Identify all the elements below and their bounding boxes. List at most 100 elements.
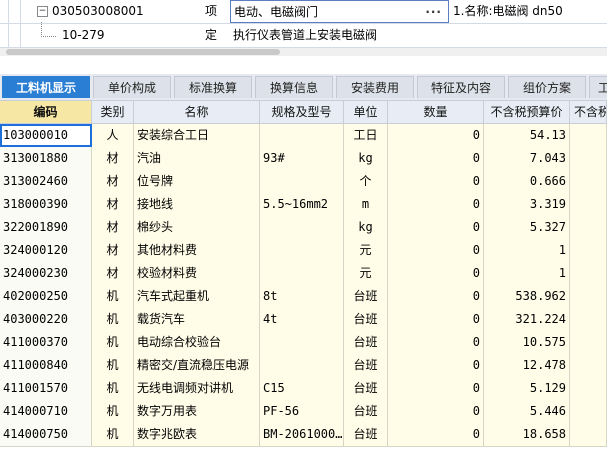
table-row[interactable]: 324000230 材校验材料费 元 0 1: [0, 262, 607, 286]
cell-price[interactable]: 5.446: [484, 400, 570, 423]
table-row[interactable]: 411000370 机电动综合校验台 台班 0 10.575: [0, 331, 607, 355]
cell-price[interactable]: 5.129: [484, 377, 570, 400]
cell-price[interactable]: 0.666: [484, 170, 570, 193]
header-name[interactable]: 名称: [134, 101, 260, 123]
cell-price[interactable]: 538.962: [484, 285, 570, 308]
cell-category[interactable]: 材: [92, 262, 134, 285]
cell-name[interactable]: 其他材料费: [134, 239, 260, 262]
cell-category[interactable]: 材: [92, 170, 134, 193]
cell-price-2[interactable]: [570, 193, 607, 216]
tab-unit-price[interactable]: 单价构成: [93, 76, 171, 98]
table-row[interactable]: 411001570 机无线电调频对讲机 C15 台班 0 5.129: [0, 377, 607, 401]
cell-unit[interactable]: 台班: [344, 285, 388, 308]
cell-name[interactable]: 汽油: [134, 147, 260, 170]
cell-name[interactable]: 校验材料费: [134, 262, 260, 285]
cell-category[interactable]: 材: [92, 193, 134, 216]
table-row[interactable]: 411000840 机精密交/直流稳压电源 台班 0 12.478: [0, 354, 607, 378]
cell-code[interactable]: 403000220: [0, 308, 92, 331]
cell-unit[interactable]: m: [344, 193, 388, 216]
cell-category[interactable]: 材: [92, 239, 134, 262]
item-desc-cell[interactable]: 电动、电磁阀门 ···: [230, 0, 449, 23]
table-row[interactable]: 103000010 人安装综合工日 工日 0 54.13: [0, 124, 607, 148]
cell-unit[interactable]: 台班: [344, 308, 388, 331]
table-row[interactable]: 414000710 机数字万用表 PF-56 台班 0 5.446: [0, 400, 607, 424]
cell-name[interactable]: 载货汽车: [134, 308, 260, 331]
tab-materials[interactable]: 工料机显示: [2, 76, 90, 98]
cell-unit[interactable]: kg: [344, 147, 388, 170]
cell-code[interactable]: 324000230: [0, 262, 92, 285]
horizontal-scrollbar[interactable]: [0, 48, 607, 56]
cell-code[interactable]: 402000250: [0, 285, 92, 308]
cell-category[interactable]: 机: [92, 423, 134, 446]
cell-unit[interactable]: 台班: [344, 377, 388, 400]
cell-unit[interactable]: 个: [344, 170, 388, 193]
cell-name[interactable]: 数字兆欧表: [134, 423, 260, 446]
cell-price[interactable]: 10.575: [484, 331, 570, 354]
cell-spec[interactable]: 5.5~16mm2: [260, 193, 344, 216]
table-row[interactable]: 324000120 材其他材料费 元 0 1: [0, 239, 607, 263]
cell-quantity[interactable]: 0: [388, 170, 484, 193]
cell-quantity[interactable]: 0: [388, 423, 484, 446]
cell-price-2[interactable]: [570, 285, 607, 308]
cell-price-2[interactable]: [570, 331, 607, 354]
cell-unit[interactable]: 台班: [344, 423, 388, 446]
cell-spec[interactable]: [260, 239, 344, 262]
cell-code[interactable]: 411001570: [0, 377, 92, 400]
cell-quantity[interactable]: 0: [388, 354, 484, 377]
cell-price[interactable]: 5.327: [484, 216, 570, 239]
cell-quantity[interactable]: 0: [388, 193, 484, 216]
table-row[interactable]: 403000220 机载货汽车 4t 台班 0 321.224: [0, 308, 607, 332]
cell-category[interactable]: 人: [92, 124, 134, 147]
cell-name[interactable]: 安装综合工日: [134, 124, 260, 147]
cell-unit[interactable]: kg: [344, 216, 388, 239]
cell-category[interactable]: 机: [92, 308, 134, 331]
cell-name[interactable]: 接地线: [134, 193, 260, 216]
cell-code[interactable]: 322001890: [0, 216, 92, 239]
cell-price-2[interactable]: [570, 124, 607, 147]
cell-price-2[interactable]: [570, 423, 607, 446]
cell-name[interactable]: 棉纱头: [134, 216, 260, 239]
cell-price[interactable]: 321.224: [484, 308, 570, 331]
tab-standard-conversion[interactable]: 标准换算: [174, 76, 252, 98]
tab-install-fee[interactable]: 安装费用: [336, 76, 414, 98]
cell-quantity[interactable]: 0: [388, 124, 484, 147]
cell-unit[interactable]: 台班: [344, 400, 388, 423]
cell-price[interactable]: 7.043: [484, 147, 570, 170]
table-row[interactable]: 322001890 材棉纱头 kg 0 5.327: [0, 216, 607, 240]
cell-name[interactable]: 汽车式起重机: [134, 285, 260, 308]
header-price[interactable]: 不含税预算价: [484, 101, 570, 123]
cell-price[interactable]: 18.658: [484, 423, 570, 446]
cell-code[interactable]: 414000710: [0, 400, 92, 423]
cell-quantity[interactable]: 0: [388, 216, 484, 239]
cell-category[interactable]: 机: [92, 331, 134, 354]
cell-code[interactable]: 103000010: [0, 124, 92, 147]
cell-spec[interactable]: [260, 262, 344, 285]
cell-category[interactable]: 机: [92, 377, 134, 400]
table-row[interactable]: 402000250 机汽车式起重机 8t 台班 0 538.962: [0, 285, 607, 309]
tab-pricing-plan[interactable]: 组价方案: [508, 76, 586, 98]
cell-price-2[interactable]: [570, 170, 607, 193]
cell-code[interactable]: 313002460: [0, 170, 92, 193]
header-unit[interactable]: 单位: [344, 101, 388, 123]
table-row[interactable]: 313001880 材汽油 93# kg 0 7.043: [0, 147, 607, 171]
cell-spec[interactable]: [260, 170, 344, 193]
cell-name[interactable]: 位号牌: [134, 170, 260, 193]
cell-spec[interactable]: [260, 354, 344, 377]
cell-quantity[interactable]: 0: [388, 377, 484, 400]
cell-price-2[interactable]: [570, 377, 607, 400]
cell-spec[interactable]: 4t: [260, 308, 344, 331]
cell-quantity[interactable]: 0: [388, 331, 484, 354]
cell-spec[interactable]: [260, 216, 344, 239]
cell-code[interactable]: 318000390: [0, 193, 92, 216]
cell-code[interactable]: 414000750: [0, 423, 92, 446]
cell-unit[interactable]: 工日: [344, 124, 388, 147]
cell-price-2[interactable]: [570, 262, 607, 285]
header-quantity[interactable]: 数量: [388, 101, 484, 123]
table-row[interactable]: 318000390 材接地线 5.5~16mm2 m 0 3.319: [0, 193, 607, 217]
cell-quantity[interactable]: 0: [388, 285, 484, 308]
tab-conversion-info[interactable]: 换算信息: [255, 76, 333, 98]
cell-quantity[interactable]: 0: [388, 262, 484, 285]
header-spec[interactable]: 规格及型号: [260, 101, 344, 123]
cell-quantity[interactable]: 0: [388, 308, 484, 331]
scrollbar-thumb[interactable]: [6, 49, 280, 55]
